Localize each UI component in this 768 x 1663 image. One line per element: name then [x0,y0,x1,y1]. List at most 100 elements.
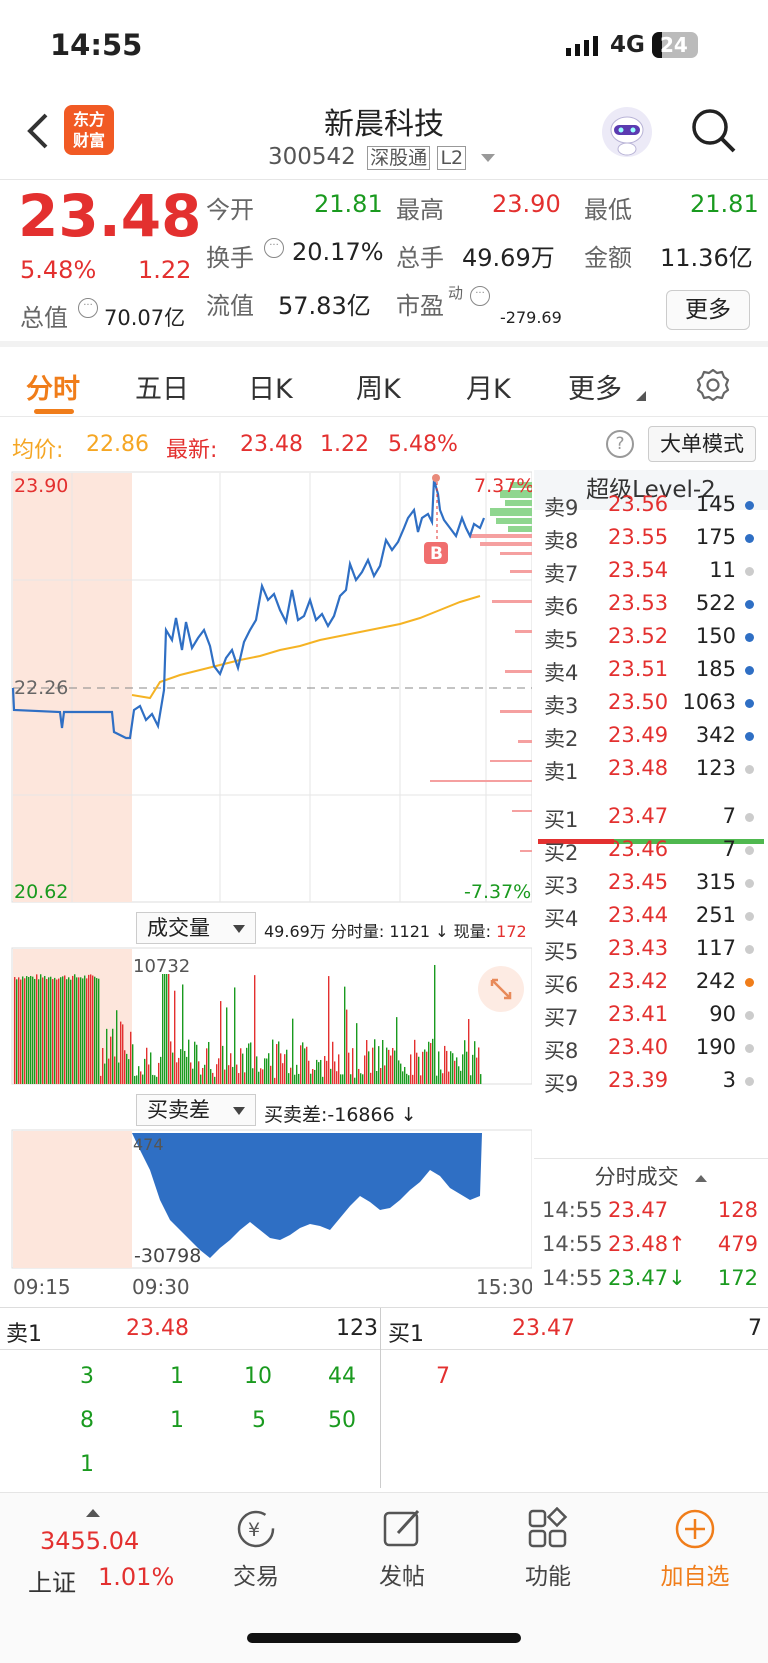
big-order-mode-button[interactable]: 大单模式 [648,426,756,462]
amount-value: 11.36亿 [660,244,753,272]
volume-bar [250,1042,252,1084]
volume-bar [438,1051,440,1084]
ask-volume: 150 [695,624,736,648]
bid-row[interactable]: 买8 23.40 190 [544,1031,764,1065]
ask-price: 23.53 [608,591,669,615]
trade-price: 23.47 [608,1198,669,1222]
queue-buy-label: 买1 [388,1322,424,1347]
volume-bar [148,1064,150,1084]
stock-code-row[interactable]: 300542 深股通 L2 [268,143,496,170]
volume-bar [228,1065,230,1084]
yuan-cycle-icon: ¥ [237,1510,275,1548]
volume-bar [72,975,74,1084]
ask-row[interactable]: 卖7 23.54 11 [544,554,764,588]
bid-row[interactable]: 买2 23.46 7 [544,833,764,867]
order-dot-icon [745,633,754,642]
info-dots-icon[interactable]: ··· [264,238,284,258]
tab-5day[interactable]: 五日 [135,367,189,406]
diff-selector[interactable]: 买卖差 [136,1094,256,1126]
y-high-label: 23.90 [14,475,68,497]
bid-row[interactable]: 买3 23.45 315 [544,866,764,900]
ask-row[interactable]: 卖4 23.51 185 [544,653,764,687]
volume-bar [26,976,28,1084]
volume-bar [272,1039,274,1084]
bid-label: 买2 [544,841,579,865]
post-button[interactable]: 发帖 [362,1507,442,1591]
chart-tabs: 分时 五日 日K 周K 月K 更多 [0,353,768,417]
time-start-label: 09:15 [13,1275,71,1299]
trade-button[interactable]: ¥ 交易 [216,1507,296,1591]
volume-bar [296,1064,298,1084]
volume-bar [34,978,36,1084]
volume-bar [256,1056,258,1084]
ask-row[interactable]: 卖3 23.50 1063 [544,686,764,720]
tab-intraday[interactable]: 分时 [26,367,80,406]
time-end-label: 15:30 [476,1275,532,1299]
bid-price: 23.39 [608,1068,669,1092]
volume-bar [404,1066,406,1084]
volume-selector[interactable]: 成交量 [136,912,256,944]
volume-info-text: 49.69万 分时量: 1121 ↓ 现量: [264,922,492,941]
settings-gear-icon[interactable] [695,367,731,403]
ask-row[interactable]: 卖6 23.53 522 [544,587,764,621]
volume-bar [350,1074,352,1084]
volume-bar [262,1069,264,1084]
diff-low-label: -30798 [134,1245,201,1267]
latest-label: 最新: [166,438,218,463]
add-watchlist-button[interactable]: 加自选 [650,1507,740,1591]
volume-bar [108,1058,110,1084]
function-button[interactable]: 功能 [508,1506,588,1591]
search-icon[interactable] [690,107,738,155]
volume-bar [198,1061,200,1084]
volume-bar [284,1054,286,1084]
bid-label: 买9 [544,1072,579,1096]
bid-row[interactable]: 买5 23.43 117 [544,932,764,966]
trade-volume: 479 [717,1232,758,1256]
robot-avatar-icon[interactable] [600,105,654,159]
bid-row[interactable]: 买4 23.44 251 [544,899,764,933]
volume-bar [232,1066,234,1084]
tab-daily[interactable]: 日K [248,367,293,406]
more-button[interactable]: 更多 [666,290,750,330]
volume-bar [136,1075,138,1084]
tab-monthly[interactable]: 月K [466,367,511,406]
low-label: 最低 [584,196,632,224]
trades-title-row[interactable]: 分时成交 [534,1158,768,1194]
bid-row[interactable]: 买1 23.47 7 [544,800,764,834]
bottom-bar: 3455.04 上证 1.01% ¥ 交易 发帖 功能 加自选 [0,1492,768,1663]
ask-row[interactable]: 卖2 23.49 342 [544,719,764,753]
bid-row[interactable]: 买7 23.41 90 [544,998,764,1032]
volume-bar [30,975,32,1084]
volume-bar [470,1075,472,1084]
ask-row[interactable]: 卖9 23.56 145 [544,488,764,522]
volume-bar [464,1040,466,1084]
intraday-chart[interactable]: B 23.90 22.26 20.62 7.37% -7.37% 10732 4… [0,470,534,1305]
volume-bar [132,1044,134,1084]
order-dot-icon [745,978,754,987]
bid-row[interactable]: 买6 23.42 242 [544,965,764,999]
volume-bar [336,1071,338,1084]
volume-bar [380,1068,382,1084]
info-dots-icon[interactable]: ··· [470,286,490,306]
tab-more[interactable]: 更多 [568,367,622,406]
bid-row[interactable]: 买9 23.39 3 [544,1064,764,1098]
diff-top-label: 474 [133,1135,164,1154]
tab-weekly[interactable]: 周K [356,367,401,406]
volume-bar [334,1061,336,1084]
volume-bar [298,1073,300,1084]
trade-price: 23.47↓ [608,1266,686,1290]
info-dots-icon[interactable]: ··· [78,298,98,318]
volume-bar [24,978,26,1084]
help-icon[interactable]: ? [606,430,634,458]
queue-sell-order: 8 [80,1408,94,1433]
ask-row[interactable]: 卖8 23.55 175 [544,521,764,555]
trade-time: 14:55 [542,1198,603,1222]
price-info-bar: 均价: 22.86 最新: 23.48 1.22 5.48% ? 大单模式 [0,418,768,468]
volume-bar [14,977,16,1084]
expand-icon[interactable] [478,966,524,1012]
volume-bar [62,976,64,1084]
index-ticker[interactable]: 3455.04 上证 1.01% [20,1501,180,1601]
ask-row[interactable]: 卖5 23.52 150 [544,620,764,654]
ask-row[interactable]: 卖1 23.48 123 [544,752,764,786]
low-value: 21.81 [690,190,759,218]
